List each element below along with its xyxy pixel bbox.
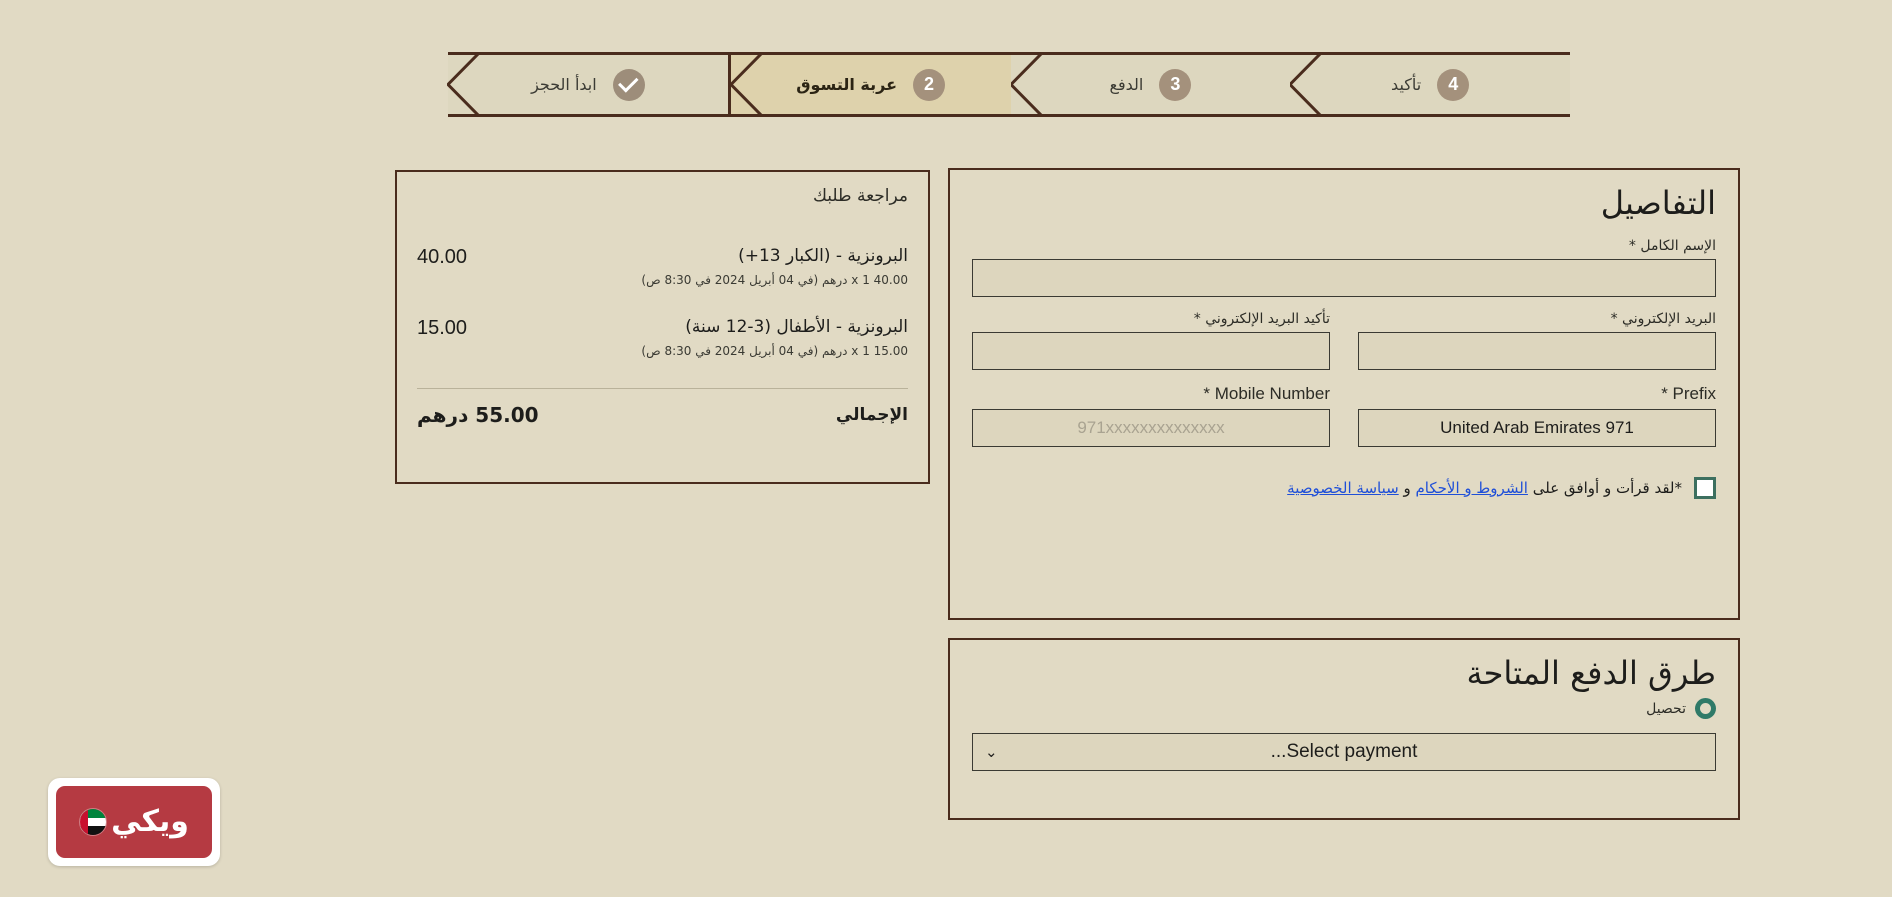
step-cart[interactable]: 2 عربة التسوق — [729, 52, 1011, 117]
step-label-start-booking: ابدأ الحجز — [531, 75, 597, 94]
mobile-number-input[interactable]: 971xxxxxxxxxxxxxx — [972, 409, 1330, 447]
email-row: البريد الإلكتروني * تأكيد البريد الإلكتر… — [972, 311, 1716, 370]
checkout-stepper: 4 تأكيد 3 الدفع 2 عربة التسوق ابدأ الحجز — [447, 52, 1570, 117]
payment-methods-panel: طرق الدفع المتاحة تحصيل ⌄ Select payment… — [948, 638, 1740, 820]
item-detail: x 1 40.00 درهم (في 04 أبريل 2024 في 8:30… — [641, 273, 908, 287]
step-number-2: 2 — [913, 68, 946, 101]
terms-required-mark: * — [1674, 479, 1683, 497]
prefix-label: Prefix * — [1661, 384, 1716, 403]
order-summary-panel: مراجعة طلبك البرونزية - (الكبار 13+) 40.… — [395, 170, 930, 484]
logo-plate: ويكي — [56, 786, 212, 858]
payment-select[interactable]: ⌄ Select payment... — [972, 733, 1716, 771]
step-chevron-icon — [1009, 52, 1044, 117]
step-confirm[interactable]: 4 تأكيد — [1289, 52, 1570, 117]
step-payment[interactable]: 3 الدفع — [1009, 52, 1291, 117]
list-item: البرونزية - الأطفال (3-12 سنة) 15.00 x 1… — [417, 317, 908, 358]
order-summary-items: البرونزية - (الكبار 13+) 40.00 x 1 40.00… — [417, 246, 908, 358]
terms-conjunction: و — [1403, 479, 1411, 497]
email-input[interactable] — [1358, 332, 1716, 370]
details-form: الإسم الكامل * البريد الإلكتروني * تأكيد… — [972, 238, 1716, 447]
privacy-policy-link[interactable]: سياسة الخصوصية — [1287, 479, 1399, 497]
item-price: 15.00 — [417, 317, 468, 339]
chevron-down-icon: ⌄ — [985, 744, 998, 761]
terms-checkbox[interactable] — [1694, 477, 1716, 499]
payment-select-value: Select payment... — [1270, 741, 1418, 762]
terms-prefix-text: لقد قرأت و أوافق على — [1532, 479, 1675, 497]
item-detail: x 1 15.00 درهم (في 04 أبريل 2024 في 8:30… — [641, 344, 908, 358]
order-summary-title: مراجعة طلبك — [812, 186, 908, 206]
terms-agreement-row: *لقد قرأت و أوافق على الشروط و الأحكام و… — [972, 477, 1716, 499]
phone-row: Prefix * United Arab Emirates 971 Mobile… — [972, 384, 1716, 447]
step-label-confirm: تأكيد — [1391, 75, 1422, 94]
email-confirm-label: تأكيد البريد الإلكتروني * — [1193, 311, 1330, 327]
item-name: البرونزية - (الكبار 13+) — [738, 246, 908, 266]
item-name: البرونزية - الأطفال (3-12 سنة) — [685, 317, 908, 337]
payment-option-radio[interactable] — [1695, 698, 1716, 719]
full-name-row: الإسم الكامل * — [972, 238, 1716, 297]
step-number-3: 3 — [1159, 68, 1192, 101]
terms-text: *لقد قرأت و أوافق على الشروط و الأحكام و… — [1287, 479, 1682, 497]
list-item: البرونزية - (الكبار 13+) 40.00 x 1 40.00… — [417, 246, 908, 287]
details-panel: التفاصيل الإسم الكامل * البريد الإلكترون… — [948, 168, 1740, 620]
payment-option-label: تحصيل — [1646, 700, 1686, 717]
step-number-4: 4 — [1437, 68, 1470, 101]
payment-panel-title: طرق الدفع المتاحة — [1466, 654, 1716, 692]
email-confirm-input[interactable] — [972, 332, 1330, 370]
uae-flag-icon — [79, 808, 108, 836]
step-check-icon — [612, 68, 645, 101]
payment-option-row[interactable]: تحصيل — [972, 698, 1716, 719]
order-total-row: الإجمالي 55.00 درهم — [417, 388, 908, 427]
terms-and-conditions-link[interactable]: الشروط و الأحكام — [1416, 479, 1528, 497]
step-label-cart: عربة التسوق — [796, 75, 898, 94]
step-label-payment: الدفع — [1109, 75, 1144, 94]
step-chevron-icon — [447, 52, 481, 117]
step-start-booking[interactable]: ابدأ الحجز — [447, 52, 731, 117]
logo-wordmark: ويكي — [111, 804, 189, 839]
step-chevron-icon — [729, 52, 764, 117]
details-panel-title: التفاصيل — [1600, 184, 1716, 222]
prefix-select[interactable]: United Arab Emirates 971 — [1358, 409, 1716, 447]
order-total-label: الإجمالي — [835, 405, 908, 425]
email-label: البريد الإلكتروني * — [1610, 311, 1716, 327]
order-total-value: 55.00 درهم — [417, 403, 539, 427]
full-name-input[interactable] — [972, 259, 1716, 297]
step-chevron-icon — [1289, 52, 1324, 117]
mobile-number-label: Mobile Number * — [1203, 384, 1330, 403]
site-logo[interactable]: ويكي — [48, 778, 220, 866]
item-price: 40.00 — [417, 246, 468, 268]
full-name-label: الإسم الكامل * — [1628, 238, 1716, 254]
